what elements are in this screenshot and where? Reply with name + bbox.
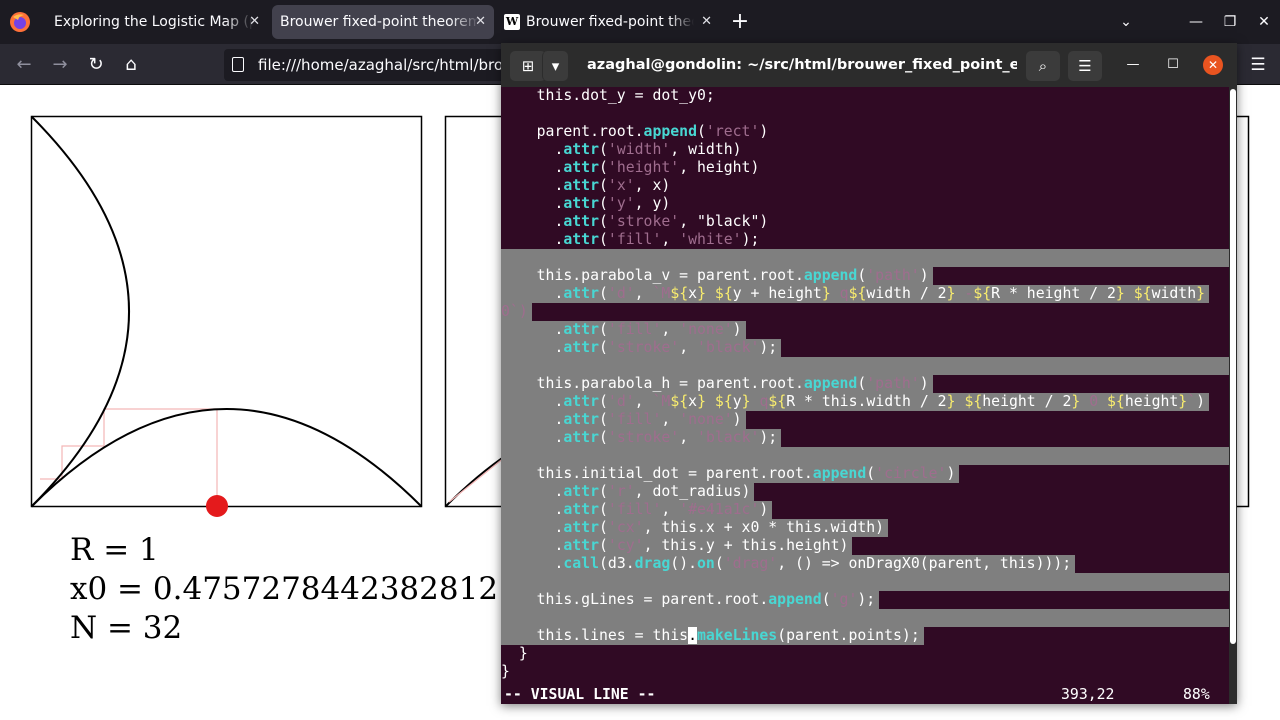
param-r-label: R = 1	[70, 532, 159, 568]
browser-tab-bar: Exploring the Logistic Map (p ✕ Brouwer …	[0, 0, 1280, 44]
code-line: this.initial_dot = parent.root.append('c…	[501, 465, 960, 483]
code-line: .attr('fill', 'none')	[501, 321, 746, 339]
square-left	[30, 115, 423, 508]
close-icon[interactable]: ✕	[475, 5, 486, 39]
code-line	[501, 357, 1229, 375]
code-line: this.parabola_h = parent.root.append('pa…	[501, 375, 933, 393]
tab-title: Brouwer fixed-point theo	[526, 14, 694, 30]
close-icon[interactable]: ✕	[1252, 10, 1276, 34]
arrow-left-icon[interactable]: ←	[11, 52, 37, 78]
code-line: .attr('r', dot_radius)	[501, 483, 755, 501]
code-line: parent.root.append('rect')	[501, 123, 769, 140]
code-line: }	[501, 645, 528, 662]
firefox-icon[interactable]	[9, 11, 31, 33]
code-line: .attr('x', x)	[501, 177, 671, 194]
chevron-down-icon[interactable]: ▾	[542, 51, 568, 81]
tab-brouwer-wikipedia[interactable]: W Brouwer fixed-point theo ✕	[498, 5, 720, 39]
chevron-down-icon[interactable]: ⌄	[1114, 10, 1138, 34]
terminal-window[interactable]: ⊞ ▾ azaghal@gondolin: ~/src/html/brouwer…	[501, 43, 1237, 704]
code-line: .attr('y', y)	[501, 195, 671, 212]
close-icon[interactable]: ✕	[1203, 55, 1223, 75]
code-line: this.parabola_v = parent.root.append('pa…	[501, 267, 933, 285]
code-line: .attr('stroke', 'black');	[501, 339, 782, 357]
scrollbar-thumb[interactable]	[1230, 89, 1236, 644]
code-line: .attr('stroke', "black")	[501, 213, 769, 230]
code-line: .attr('fill', 'none')	[501, 411, 746, 429]
terminal-scrollbar[interactable]	[1229, 87, 1237, 704]
tab-title: Exploring the Logistic Map (p	[54, 14, 254, 30]
home-icon[interactable]: ⌂	[118, 52, 144, 78]
code-line	[501, 249, 1229, 267]
code-line: .attr('d', `M${x} ${y} q${R * this.width…	[501, 393, 1210, 411]
new-tab-icon[interactable]: ⊞	[510, 51, 546, 81]
code-line: this.gLines = parent.root.append('g');	[501, 591, 880, 609]
code-line: 0`)	[501, 303, 532, 321]
vim-status-line: -- VISUAL LINE -- 393,22 88%	[501, 685, 1229, 704]
page-icon	[232, 57, 244, 72]
initial-dot[interactable]	[206, 495, 228, 517]
hamburger-icon[interactable]: ☰	[1246, 52, 1270, 78]
code-line	[501, 447, 1229, 465]
code-line	[501, 573, 1229, 591]
param-x0-label: x0 = 0.4757278442382812	[70, 571, 499, 607]
code-line: .attr('fill', '#e41a1c')	[501, 501, 773, 519]
url-bar[interactable]: file:///home/azaghal/src/html/brouwer_fi…	[224, 49, 524, 81]
terminal-title: azaghal@gondolin: ~/src/html/brouwer_fix…	[587, 57, 1017, 73]
url-text: file:///home/azaghal/src/html/brouwer_fi…	[258, 56, 524, 74]
terminal-header: ⊞ ▾ azaghal@gondolin: ~/src/html/brouwer…	[501, 43, 1237, 87]
minimize-icon[interactable]: —	[1122, 54, 1144, 76]
plus-icon[interactable]: +	[728, 8, 752, 36]
code-line	[501, 609, 1229, 627]
search-icon[interactable]: ⌕	[1026, 51, 1060, 81]
vim-mode-indicator: -- VISUAL LINE --	[504, 686, 656, 703]
tab-title: Brouwer fixed-point theorem	[280, 14, 480, 30]
code-line: .attr('stroke', 'black');	[501, 429, 782, 447]
hamburger-icon[interactable]: ☰	[1068, 51, 1102, 81]
maximize-icon[interactable]: ☐	[1162, 54, 1184, 76]
code-line: .attr('d', `M${x} ${y + height} q${width…	[501, 285, 1210, 303]
minimize-icon[interactable]: —	[1184, 10, 1208, 34]
code-line: }	[501, 663, 510, 680]
code-line: this.dot_y = dot_y0;	[501, 87, 715, 104]
param-n-label: N = 32	[70, 610, 183, 646]
maximize-icon[interactable]: ❐	[1218, 10, 1242, 34]
cursor-position: 393,22	[1061, 686, 1115, 703]
wikipedia-icon: W	[504, 14, 520, 30]
code-line: .attr('cy', this.y + this.height)	[501, 537, 853, 555]
code-line: .attr('cx', this.x + x0 * this.width)	[501, 519, 889, 537]
code-line: .attr('fill', 'white');	[501, 231, 760, 248]
code-line: this.lines = this.makeLines(parent.point…	[501, 627, 924, 645]
reload-icon[interactable]: ↻	[83, 52, 109, 78]
arrow-right-icon[interactable]: →	[47, 52, 73, 78]
vim-editor[interactable]: this.dot_y = dot_y0; parent.root.append(…	[501, 87, 1229, 685]
code-line: .attr('width', width)	[501, 141, 742, 158]
tab-logistic-map[interactable]: Exploring the Logistic Map (p ✕	[46, 5, 268, 39]
scroll-percent: 88%	[1183, 686, 1210, 703]
close-icon[interactable]: ✕	[701, 5, 712, 39]
code-line: .attr('height', height)	[501, 159, 760, 176]
code-line: .call(d3.drag().on('drag', () => onDragX…	[501, 555, 1076, 573]
tab-brouwer-active[interactable]: Brouwer fixed-point theorem ✕	[272, 5, 494, 39]
close-icon[interactable]: ✕	[249, 5, 260, 39]
